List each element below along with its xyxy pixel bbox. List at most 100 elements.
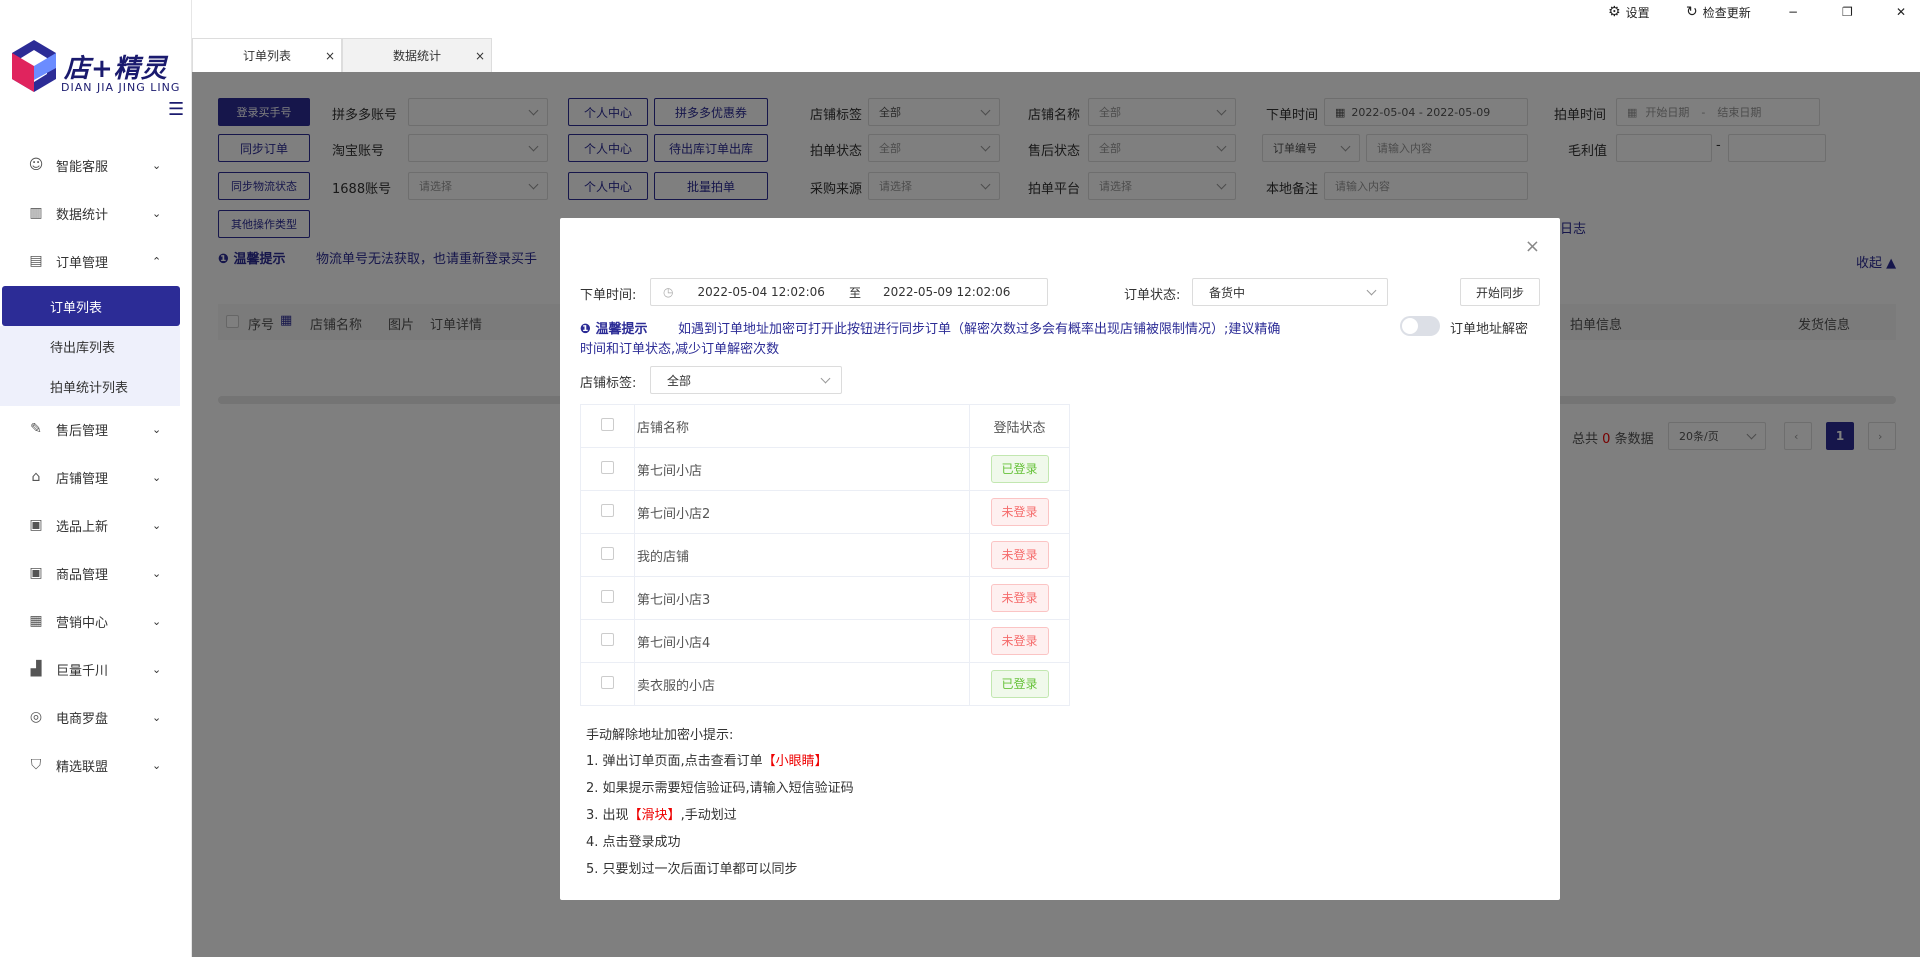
chevron-down-icon: ⌄ <box>152 662 162 676</box>
store-name: 我的店铺 <box>634 533 970 577</box>
logo-mark-icon <box>12 40 56 92</box>
col-login-status: 登陆状态 <box>969 404 1070 448</box>
hint-4: 4. 点击登录成功 <box>586 835 681 850</box>
table-row: 第七间小店4 未登录 <box>580 619 1070 663</box>
chevron-down-icon: ⌄ <box>152 518 162 532</box>
address-decrypt-label: 订单地址解密 <box>1450 322 1529 337</box>
status-badge: 未登录 <box>990 498 1049 526</box>
compass-icon: ◎ <box>29 709 43 725</box>
tab-data-stats[interactable]: 数据统计 × <box>342 38 492 72</box>
settings-label: 设置 <box>1625 5 1650 20</box>
sidebar-item-label: 商品管理 <box>56 567 109 583</box>
chevron-down-icon: ⌄ <box>152 158 162 172</box>
status-badge: 已登录 <box>990 455 1049 483</box>
sidebar-subitem-pai-stats[interactable]: 拍单统计列表 <box>0 366 180 406</box>
tab-order-list[interactable]: 订单列表 × <box>192 38 342 72</box>
edit-doc-icon: ✎ <box>30 421 42 437</box>
close-icon[interactable]: × <box>325 49 335 63</box>
close-icon[interactable]: × <box>1525 236 1540 257</box>
app-logo: 店+精灵 DIAN JIA JING LING <box>10 38 180 98</box>
select-value: 全部 <box>667 373 692 388</box>
chevron-down-icon: ⌄ <box>152 758 162 772</box>
sidebar-item-data-stats[interactable]: ▥ 数据统计 ⌄ <box>0 193 192 233</box>
store-name: 第七间小店4 <box>634 619 970 663</box>
select-all-checkbox[interactable] <box>601 417 614 431</box>
order-status-select[interactable]: 备货中 <box>1192 278 1388 306</box>
chevron-down-icon: ⌄ <box>152 470 162 484</box>
sidebar-subitem-order-list[interactable]: 订单列表 <box>2 286 180 326</box>
info-icon: ❶ <box>580 322 596 337</box>
chevron-down-icon: ⌄ <box>152 566 162 580</box>
sidebar-item-label: 店铺管理 <box>56 471 109 487</box>
goods-icon: ▣ <box>29 565 43 581</box>
row-checkbox[interactable] <box>601 675 614 689</box>
title-bar: ⚙ 设置 ↻ 检查更新 − ❐ ✕ <box>192 0 1920 36</box>
clock-icon: ◷ <box>663 285 674 299</box>
check-update-button[interactable]: ↻ 检查更新 <box>1686 0 1751 24</box>
bar-chart-icon: ▥ <box>29 205 43 221</box>
row-checkbox[interactable] <box>601 589 614 603</box>
table-row: 卖衣服的小店 已登录 <box>580 662 1070 706</box>
tip-title: ❶ 温馨提示 <box>580 318 648 337</box>
row-checkbox[interactable] <box>601 546 614 560</box>
logo-text: 店+精灵 <box>64 54 168 84</box>
sidebar-item-qianchuan[interactable]: ▟ 巨量千川 ⌄ <box>0 649 192 689</box>
sidebar-item-label: 营销中心 <box>56 615 109 631</box>
sidebar-item-label: 精选联盟 <box>56 759 109 775</box>
time-sep: 至 <box>848 285 861 300</box>
sidebar-item-label: 订单管理 <box>56 255 109 271</box>
row-checkbox[interactable] <box>601 632 614 646</box>
hint-1-highlight: 【小眼睛】 <box>762 754 828 769</box>
close-icon[interactable]: × <box>475 49 485 63</box>
order-status-label: 订单状态: <box>1124 288 1181 303</box>
close-window-button[interactable]: ✕ <box>1896 0 1906 24</box>
store-name: 第七间小店2 <box>634 490 970 534</box>
store-tag-label: 店铺标签: <box>580 376 637 391</box>
restore-button[interactable]: ❐ <box>1842 0 1853 24</box>
store-name: 第七间小店3 <box>634 576 970 620</box>
sidebar-item-alliance[interactable]: ⛉ 精选联盟 ⌄ <box>0 745 192 785</box>
status-badge: 未登录 <box>990 584 1049 612</box>
select-value: 备货中 <box>1209 285 1246 300</box>
col-store-name: 店铺名称 <box>634 404 970 448</box>
row-checkbox[interactable] <box>601 503 614 517</box>
chevron-up-icon: ⌃ <box>152 254 162 268</box>
tip-title-text: 温馨提示 <box>595 322 648 337</box>
table-row: 第七间小店3 未登录 <box>580 576 1070 620</box>
sidebar-item-label: 电商罗盘 <box>56 711 109 727</box>
hint-1-text: 1. 弹出订单页面,点击查看订单 <box>586 754 763 769</box>
sidebar-item-marketing[interactable]: ▦ 营销中心 ⌄ <box>0 601 192 641</box>
hint-3-text: 3. 出现 <box>586 808 629 823</box>
address-decrypt-toggle[interactable] <box>1400 316 1440 336</box>
sidebar-item-goods-mgmt[interactable]: ▣ 商品管理 ⌄ <box>0 553 192 593</box>
sidebar-item-label: 巨量千川 <box>56 663 109 679</box>
start-sync-button[interactable]: 开始同步 <box>1460 278 1540 306</box>
sidebar-item-after-sale[interactable]: ✎ 售后管理 ⌄ <box>0 409 192 449</box>
sidebar-item-smart-service[interactable]: ☺ 智能客服 ⌄ <box>0 145 192 185</box>
sidebar-item-store-mgmt[interactable]: ⌂ 店铺管理 ⌄ <box>0 457 192 497</box>
store-name: 第七间小店 <box>634 447 970 491</box>
tip-text-line2: 时间和订单状态,减少订单解密次数 <box>580 342 780 357</box>
shield-icon: ⛉ <box>30 757 42 773</box>
settings-button[interactable]: ⚙ 设置 <box>1608 0 1650 24</box>
chevron-down-icon: ⌄ <box>152 710 162 724</box>
logo-subtitle: DIAN JIA JING LING <box>61 81 181 94</box>
store-icon: ⌂ <box>31 469 41 485</box>
store-tag-select[interactable]: 全部 <box>650 366 842 394</box>
sidebar-item-order-mgmt[interactable]: ▤ 订单管理 ⌃ <box>0 241 192 281</box>
sidebar-item-label: 数据统计 <box>56 207 109 223</box>
order-time-range-picker[interactable]: ◷ 2022-05-04 12:02:06 至 2022-05-09 12:02… <box>650 278 1048 306</box>
hint-3-highlight: 【滑块】 <box>628 808 681 823</box>
sidebar: 店+精灵 DIAN JIA JING LING ☰ ☺ 智能客服 ⌄ ▥ 数据统计 ⌄ … <box>0 0 192 957</box>
sidebar-item-compass[interactable]: ◎ 电商罗盘 ⌄ <box>0 697 192 737</box>
sidebar-item-product-select[interactable]: ▣ 选品上新 ⌄ <box>0 505 192 545</box>
sidebar-collapse-icon[interactable]: ☰ <box>168 101 188 119</box>
hint-1: 1. 弹出订单页面,点击查看订单【小眼睛】 <box>586 750 828 769</box>
row-checkbox[interactable] <box>601 460 614 474</box>
tab-bar: 订单列表 × 数据统计 × <box>192 36 1920 72</box>
robot-icon: ☺ <box>28 157 44 173</box>
minimize-button[interactable]: − <box>1788 0 1798 24</box>
sidebar-subitem-pending-out[interactable]: 待出库列表 <box>0 326 180 366</box>
sidebar-item-label: 售后管理 <box>56 423 109 439</box>
refresh-icon: ↻ <box>1686 4 1698 20</box>
